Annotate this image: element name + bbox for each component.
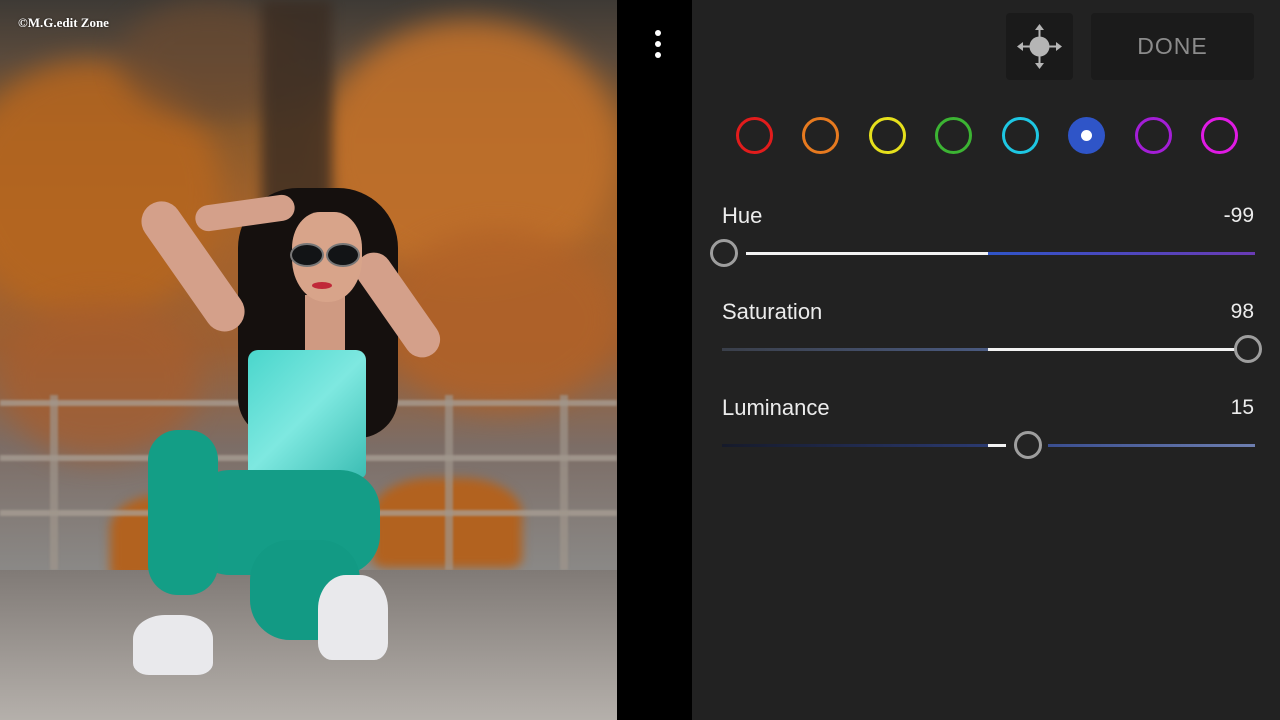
move-panel-button[interactable] [1006,13,1073,80]
divider-strip [617,0,692,720]
hue-label: Hue [722,203,763,228]
move-arrows-icon [1017,24,1062,69]
color-swatch-magenta[interactable] [1201,117,1238,154]
hue-value: -99 [1223,204,1254,227]
color-swatch-purple[interactable] [1135,117,1172,154]
watermark: ©M.G.edit Zone [18,15,109,30]
luminance-value: 15 [1230,396,1254,419]
color-swatch-blue[interactable] [1068,117,1105,154]
color-mix-panel [692,0,1280,720]
color-swatch-yellow[interactable] [869,117,906,154]
luminance-label: Luminance [722,395,830,420]
photo-preview: ©M.G.edit Zone [0,0,617,720]
color-swatch-orange[interactable] [802,117,839,154]
saturation-slider-thumb[interactable] [1234,335,1262,363]
hue-slider-thumb[interactable] [710,239,738,267]
saturation-value: 98 [1230,300,1254,323]
done-button[interactable]: DONE [1091,13,1254,80]
saturation-label: Saturation [722,299,823,324]
luminance-slider-thumb[interactable] [1014,431,1042,459]
color-swatch-red[interactable] [736,117,773,154]
color-swatch-green[interactable] [935,117,972,154]
color-swatch-aqua[interactable] [1002,117,1039,154]
more-vertical-icon[interactable] [651,30,665,64]
